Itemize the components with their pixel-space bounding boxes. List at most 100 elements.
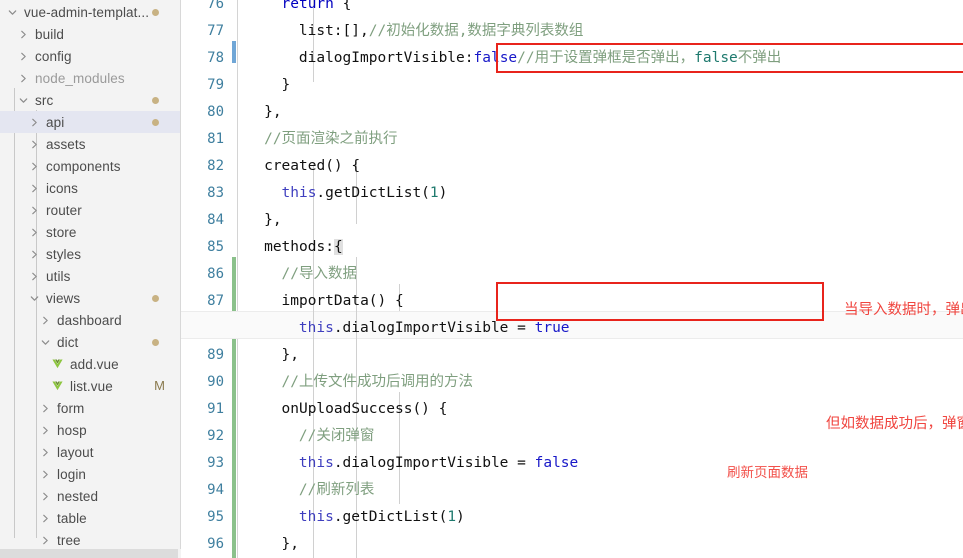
- chevron-right-icon[interactable]: [28, 184, 41, 193]
- code-line[interactable]: this.dialogImportVisible = false: [238, 450, 963, 477]
- tree-item-config[interactable]: config: [0, 45, 181, 67]
- tree-item-label: dashboard: [57, 312, 122, 328]
- chevron-right-icon[interactable]: [39, 536, 52, 545]
- code-token: list:[],: [298, 23, 369, 39]
- tree-item-icons[interactable]: icons: [0, 177, 181, 199]
- tree-item-login[interactable]: login: [0, 463, 181, 485]
- chevron-down-icon[interactable]: [39, 338, 52, 347]
- tree-item-build[interactable]: build: [0, 23, 181, 45]
- code-token: false: [694, 50, 738, 66]
- code-token: //初始化数据,数据字典列表数组: [368, 23, 584, 39]
- tree-item-tree[interactable]: tree: [0, 529, 181, 551]
- code-text[interactable]: return {list:[],//初始化数据,数据字典列表数组 dialogIm…: [238, 0, 963, 558]
- code-token: false: [473, 50, 518, 66]
- code-line[interactable]: },: [238, 342, 963, 369]
- chevron-right-icon[interactable]: [39, 492, 52, 501]
- code-line[interactable]: //页面渲染之前执行: [238, 126, 963, 153]
- line-number: 76: [207, 0, 224, 12]
- tree-item-dashboard[interactable]: dashboard: [0, 309, 181, 331]
- code-line[interactable]: }: [238, 72, 963, 99]
- code-line[interactable]: //导入数据: [238, 261, 963, 288]
- chevron-right-icon[interactable]: [17, 52, 30, 61]
- chevron-right-icon[interactable]: [28, 140, 41, 149]
- tree-item-store[interactable]: store: [0, 221, 181, 243]
- chevron-right-icon[interactable]: [17, 74, 30, 83]
- code-line[interactable]: methods:{: [238, 234, 963, 261]
- tree-item-layout[interactable]: layout: [0, 441, 181, 463]
- tree-item-label: views: [46, 290, 81, 306]
- file-explorer-sidebar[interactable]: vue-admin-templat... build config node_modu…: [0, 0, 181, 558]
- tree-item-form[interactable]: form: [0, 397, 181, 419]
- chevron-right-icon[interactable]: [28, 250, 41, 259]
- line-number: 95: [207, 509, 224, 525]
- tree-item-views[interactable]: views: [0, 287, 181, 309]
- tree-item-label: add.vue: [70, 356, 119, 372]
- code-line[interactable]: created() {: [238, 153, 963, 180]
- tree-item-label: hosp: [57, 422, 87, 438]
- tree-item-label: dict: [57, 334, 79, 350]
- code-token: created() {: [264, 158, 361, 174]
- code-line[interactable]: return {: [238, 0, 963, 18]
- chevron-right-icon[interactable]: [28, 118, 41, 127]
- tree-item-list-vue[interactable]: list.vue M: [0, 375, 181, 397]
- tree-item-label: node_modules: [35, 70, 125, 86]
- chevron-right-icon[interactable]: [28, 162, 41, 171]
- chevron-right-icon[interactable]: [28, 228, 41, 237]
- chevron-right-icon[interactable]: [39, 470, 52, 479]
- chevron-right-icon[interactable]: [17, 30, 30, 39]
- code-line[interactable]: },: [238, 531, 963, 558]
- code-token: false: [534, 455, 579, 471]
- tree-item-src[interactable]: src: [0, 89, 181, 111]
- tree-item-utils[interactable]: utils: [0, 265, 181, 287]
- chevron-down-icon[interactable]: [6, 8, 19, 17]
- code-line[interactable]: list:[],//初始化数据,数据字典列表数组: [238, 18, 963, 45]
- tree-item-router[interactable]: router: [0, 199, 181, 221]
- chevron-right-icon[interactable]: [39, 404, 52, 413]
- tree-item-label: table: [57, 510, 87, 526]
- tree-item-api[interactable]: api: [0, 111, 181, 133]
- chevron-right-icon[interactable]: [39, 316, 52, 325]
- tree-item-label: styles: [46, 246, 82, 262]
- chevron-right-icon[interactable]: [28, 272, 41, 281]
- code-line[interactable]: dialogImportVisible:false//用于设置弹框是否弹出，fa…: [238, 45, 963, 72]
- tree-item-add-vue[interactable]: add.vue: [0, 353, 181, 375]
- tree-item-node-modules[interactable]: node_modules: [0, 67, 181, 89]
- code-line[interactable]: this.dialogImportVisible = true: [238, 315, 963, 342]
- code-line[interactable]: },: [238, 207, 963, 234]
- chevron-right-icon[interactable]: [39, 448, 52, 457]
- code-line[interactable]: this.getDictList(1): [238, 504, 963, 531]
- code-token: 1: [429, 185, 439, 201]
- line-number: 90: [207, 374, 224, 390]
- code-token: .getDictList(: [316, 185, 430, 201]
- line-number: 77: [207, 23, 224, 39]
- tree-item-vue-admin-templat-[interactable]: vue-admin-templat...: [0, 1, 181, 23]
- code-token: importData() {: [281, 293, 404, 309]
- tree-item-assets[interactable]: assets: [0, 133, 181, 155]
- code-editor[interactable]: 7677787980818283848586878889909192939495…: [181, 0, 963, 558]
- line-number: 89: [207, 347, 224, 363]
- line-number: 85: [207, 239, 224, 255]
- tree-item-label: utils: [46, 268, 71, 284]
- chevron-right-icon[interactable]: [28, 206, 41, 215]
- code-token: return: [281, 0, 343, 12]
- tree-item-table[interactable]: table: [0, 507, 181, 529]
- sidebar-horizontal-scrollbar[interactable]: [0, 549, 181, 558]
- tree-item-hosp[interactable]: hosp: [0, 419, 181, 441]
- tree-item-components[interactable]: components: [0, 155, 181, 177]
- code-line[interactable]: },: [238, 99, 963, 126]
- line-number-gutter: 7677787980818283848586878889909192939495…: [181, 0, 232, 558]
- tree-item-dict[interactable]: dict: [0, 331, 181, 353]
- vscode-window: vue-admin-templat... build config node_modu…: [0, 0, 963, 558]
- file-tree[interactable]: vue-admin-templat... build config node_modu…: [0, 0, 181, 551]
- chevron-down-icon[interactable]: [28, 294, 41, 303]
- tree-item-label: nested: [57, 488, 99, 504]
- code-line[interactable]: this.getDictList(1): [238, 180, 963, 207]
- tree-item-styles[interactable]: styles: [0, 243, 181, 265]
- chevron-right-icon[interactable]: [39, 426, 52, 435]
- chevron-right-icon[interactable]: [39, 514, 52, 523]
- code-line[interactable]: //刷新列表: [238, 477, 963, 504]
- chevron-down-icon[interactable]: [17, 96, 30, 105]
- tree-item-nested[interactable]: nested: [0, 485, 181, 507]
- code-line[interactable]: //上传文件成功后调用的方法: [238, 369, 963, 396]
- code-token: this: [298, 455, 334, 471]
